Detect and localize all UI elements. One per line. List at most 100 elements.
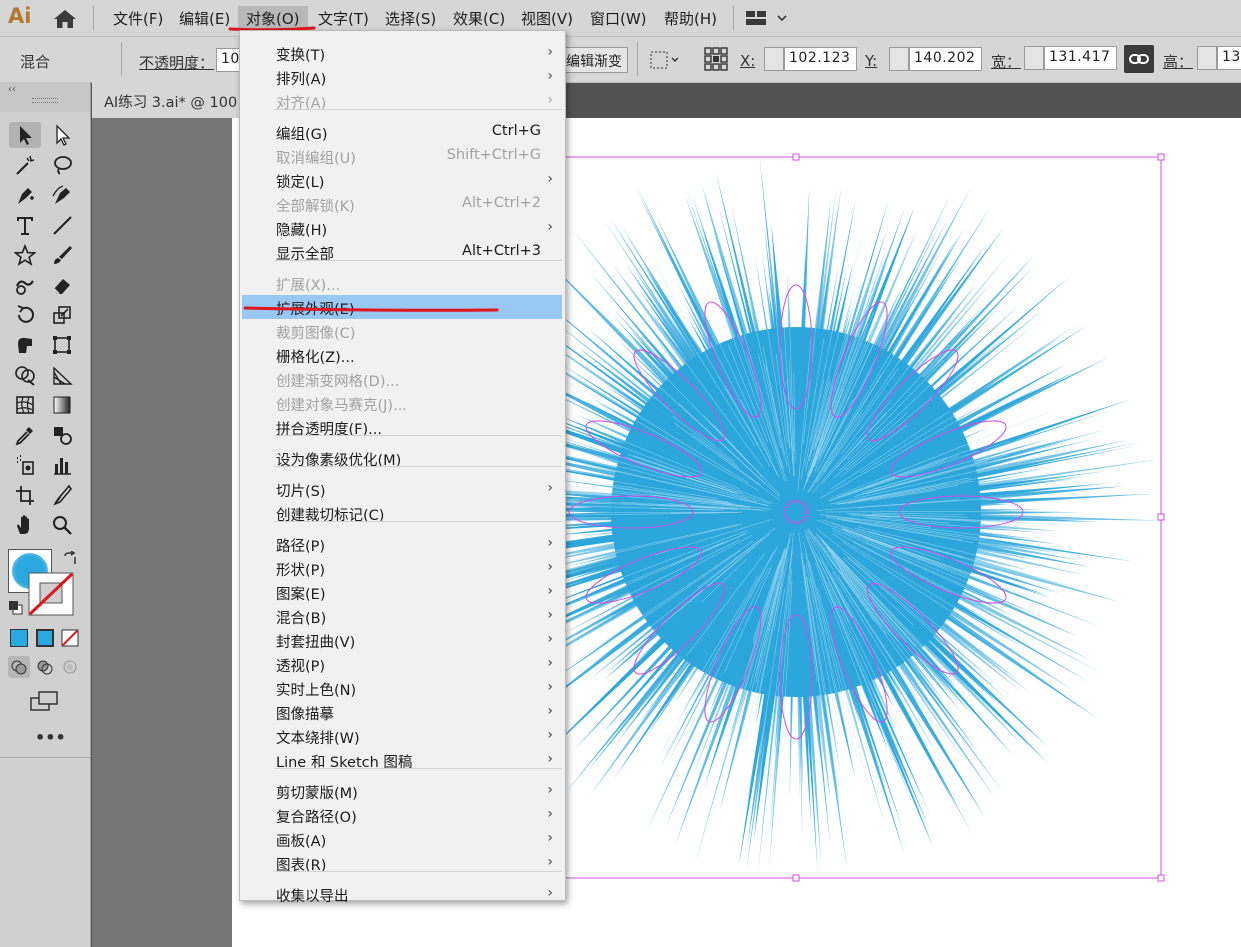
y-stepper[interactable] — [889, 47, 909, 71]
direct-selection-tool-icon[interactable] — [49, 122, 75, 148]
y-field[interactable]: 140.202 — [909, 47, 982, 71]
submenu-arrow-icon: › — [547, 607, 553, 623]
mesh-tool-icon[interactable] — [12, 392, 38, 418]
object-menu-item[interactable]: 混合(B) › — [240, 604, 565, 628]
constrain-proportions-button[interactable] — [1124, 45, 1154, 73]
y-label: Y: — [865, 52, 878, 70]
menu-view[interactable]: 视图(V) — [521, 8, 573, 29]
blend-tool-icon[interactable] — [49, 422, 75, 448]
menu-item-label: 变换(T) — [276, 48, 326, 64]
line-tool-icon[interactable] — [49, 212, 75, 238]
hand-tool-icon[interactable] — [12, 512, 38, 538]
menu-item-label: 透视(P) — [276, 659, 326, 675]
object-menu-item[interactable]: 文本绕排(W) › — [240, 724, 565, 748]
object-menu-item[interactable]: 透视(P) › — [240, 652, 565, 676]
swap-fill-stroke-icon[interactable] — [62, 551, 78, 567]
object-menu-item[interactable]: 复合路径(O) › — [240, 803, 565, 827]
menu-type[interactable]: 文字(T) — [318, 8, 369, 29]
width-field[interactable]: 131.417 — [1044, 46, 1117, 70]
none-mode-button[interactable] — [61, 629, 79, 647]
submenu-arrow-icon: › — [547, 631, 553, 647]
x-field[interactable]: 102.123 — [784, 47, 857, 71]
menu-effect[interactable]: 效果(C) — [453, 8, 505, 29]
selection-tool-icon[interactable] — [9, 122, 41, 148]
object-menu-item: 扩展(X)... — [240, 271, 565, 295]
pen-tool-icon[interactable] — [12, 182, 38, 208]
warp-tool-icon[interactable] — [12, 332, 38, 358]
object-menu-item[interactable]: 排列(A) › — [240, 65, 565, 89]
menu-help[interactable]: 帮助(H) — [664, 8, 717, 29]
artboard-tool-icon[interactable] — [12, 482, 38, 508]
align-options-icon[interactable] — [648, 49, 682, 71]
type-tool-icon[interactable] — [12, 212, 38, 238]
height-field[interactable]: 131 — [1217, 46, 1241, 70]
lasso-icon[interactable] — [49, 152, 75, 178]
more-tools-icon[interactable]: ••• — [35, 728, 66, 747]
gradient-mode-button[interactable] — [36, 629, 54, 647]
object-menu-item[interactable]: 栅格化(Z)... — [240, 343, 565, 367]
default-fill-stroke-icon[interactable] — [8, 600, 24, 616]
document-tab[interactable]: AI练习 3.ai* @ 100 — [92, 82, 240, 118]
eraser-icon[interactable] — [49, 272, 75, 298]
color-mode-button[interactable] — [10, 629, 28, 647]
change-screen-mode-icon[interactable] — [30, 690, 60, 712]
object-menu-item[interactable]: 变换(T) › — [240, 41, 565, 65]
stroke-none-swatch[interactable] — [28, 572, 76, 618]
menu-edit[interactable]: 编辑(E) — [179, 8, 230, 29]
gradient-tool-icon[interactable] — [49, 392, 75, 418]
graph-tool-icon[interactable] — [49, 452, 75, 478]
slice-tool-icon[interactable] — [49, 482, 75, 508]
object-menu-item[interactable]: 切片(S) › — [240, 477, 565, 501]
eyedropper-icon[interactable] — [12, 422, 38, 448]
shaper-tool-icon[interactable] — [12, 272, 38, 298]
rotate-tool-icon[interactable] — [12, 302, 38, 328]
object-menu-item[interactable]: 编组(G) Ctrl+G — [240, 120, 565, 144]
menu-separator — [274, 260, 562, 261]
menu-file[interactable]: 文件(F) — [113, 8, 163, 29]
menu-select[interactable]: 选择(S) — [385, 8, 436, 29]
object-menu-item[interactable]: 收集以导出 › — [240, 882, 565, 906]
menu-window[interactable]: 窗口(W) — [590, 8, 647, 29]
edit-gradient-button[interactable]: 编辑渐变 — [561, 47, 628, 73]
menu-item-label: 锁定(L) — [276, 175, 325, 191]
object-menu-item[interactable]: 剪切蒙版(M) › — [240, 779, 565, 803]
height-stepper[interactable] — [1197, 46, 1217, 70]
object-menu-item[interactable]: 形状(P) › — [240, 556, 565, 580]
free-transform-icon[interactable] — [49, 332, 75, 358]
draw-behind-icon[interactable] — [36, 659, 54, 675]
blend-label: 混合 — [20, 53, 51, 71]
star-tool-icon[interactable] — [12, 242, 38, 268]
object-menu-item[interactable]: 实时上色(N) › — [240, 676, 565, 700]
draw-inside-icon[interactable] — [61, 659, 79, 675]
magic-wand-icon[interactable] — [12, 152, 38, 178]
submenu-arrow-icon: › — [547, 782, 553, 798]
object-menu-item[interactable]: 路径(P) › — [240, 532, 565, 556]
menu-separator — [274, 466, 562, 467]
object-menu-item: 取消编组(U) Shift+Ctrl+G — [240, 144, 565, 168]
object-menu-item[interactable]: 图像描摹 › — [240, 700, 565, 724]
menu-item-label: 全部解锁(K) — [276, 199, 355, 215]
x-stepper[interactable] — [764, 47, 784, 71]
shape-builder-icon[interactable] — [12, 362, 38, 388]
menu-item-label: 裁剪图像(C) — [276, 326, 356, 342]
menu-separator — [274, 435, 562, 436]
curvature-tool-icon[interactable] — [49, 182, 75, 208]
paintbrush-icon[interactable] — [49, 242, 75, 268]
object-menu-item[interactable]: 封套扭曲(V) › — [240, 628, 565, 652]
menu-item-label: 图案(E) — [276, 587, 326, 603]
reference-point-icon[interactable] — [703, 46, 729, 72]
width-stepper[interactable] — [1024, 46, 1044, 70]
home-icon[interactable] — [52, 8, 78, 30]
zoom-tool-icon[interactable] — [49, 512, 75, 538]
perspective-grid-icon[interactable] — [49, 362, 75, 388]
workspace-switcher-icon[interactable] — [746, 10, 788, 26]
scale-tool-icon[interactable] — [49, 302, 75, 328]
object-menu-item[interactable]: 锁定(L) › — [240, 168, 565, 192]
symbol-sprayer-icon[interactable] — [12, 452, 38, 478]
menu-separator — [274, 109, 562, 110]
tools-panel-header[interactable]: ‹‹ — [0, 82, 90, 112]
object-menu-item[interactable]: 画板(A) › — [240, 827, 565, 851]
object-menu-item[interactable]: 图案(E) › — [240, 580, 565, 604]
submenu-arrow-icon: › — [547, 854, 553, 870]
object-menu-item[interactable]: 隐藏(H) › — [240, 216, 565, 240]
